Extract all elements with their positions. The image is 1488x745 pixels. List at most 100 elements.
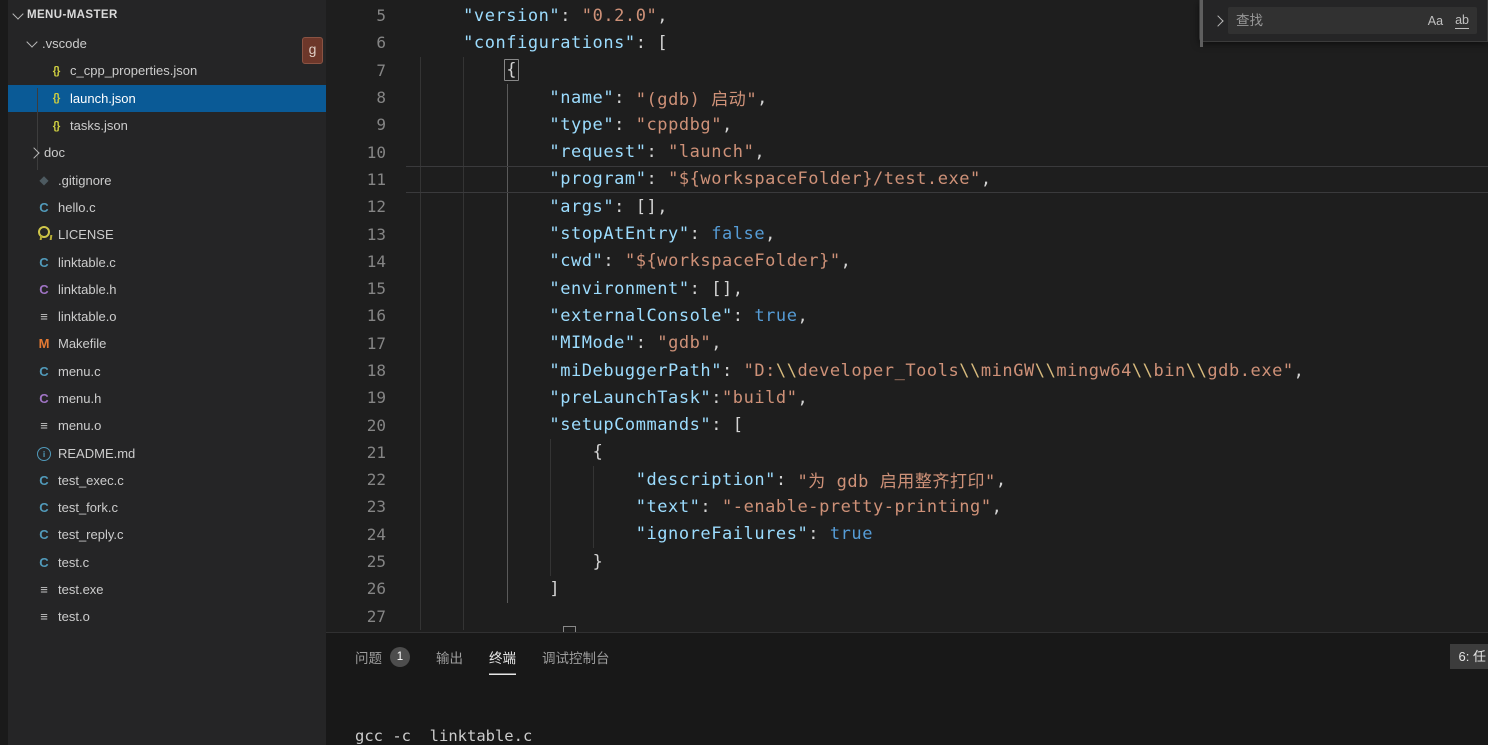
sidebar-item--vscode[interactable]: .vscode (8, 30, 326, 57)
code-line[interactable]: 23 "text": "-enable-pretty-printing", (326, 493, 1488, 520)
sidebar-item-doc[interactable]: doc (8, 139, 326, 166)
activity-bar-edge (0, 0, 8, 745)
tree-indent-guide (37, 88, 38, 170)
code-line[interactable]: 14 "cwd": "${workspaceFolder}", (326, 248, 1488, 275)
sidebar-item-test-exec-c[interactable]: Ctest_exec.c (8, 467, 326, 494)
code-line[interactable]: 12 "args": [], (326, 193, 1488, 220)
panel-tab-label: 输出 (436, 651, 463, 666)
code-line[interactable]: 11 "program": "${workspaceFolder}/test.e… (326, 165, 1488, 194)
sidebar-item-launch-json[interactable]: {} launch.json (8, 84, 326, 112)
c-source-icon: C (39, 527, 49, 543)
line-number: 24 (366, 524, 386, 544)
line-number: 12 (366, 197, 386, 217)
panel-tab-终端[interactable]: 终端 (489, 643, 516, 675)
code-line[interactable]: 13 "stopAtEntry": false, (326, 220, 1488, 247)
code-line[interactable]: 15 "environment": [], (326, 275, 1488, 302)
line-number: 18 (366, 361, 386, 380)
line-number: 23 (366, 497, 386, 517)
sidebar-item-makefile[interactable]: M Makefile (8, 330, 326, 357)
c-source-icon: C (39, 199, 49, 215)
line-number: 14 (366, 251, 386, 271)
item-label: c_cpp_properties.json (70, 63, 198, 79)
code-line[interactable]: 22 "description": "为 gdb 启用整齐打印", (326, 466, 1488, 493)
sidebar-item-linktable-o[interactable]: ≡ linktable.o (8, 303, 326, 330)
panel-tab-label: 调试控制台 (542, 651, 610, 666)
sidebar-item-menu-h[interactable]: Cmenu.h (8, 385, 326, 412)
line-number: 11 (366, 169, 386, 189)
sidebar-item-test-reply-c[interactable]: Ctest_reply.c (8, 521, 326, 548)
sidebar-item-readme-md[interactable]: i README.md (8, 439, 326, 466)
sidebar-item-linktable-h[interactable]: Clinktable.h (8, 276, 326, 303)
panel-tab-输出[interactable]: 输出 (436, 643, 463, 675)
code-line[interactable]: 9 "type": "cppdbg", (326, 111, 1488, 138)
item-label: launch.json (70, 90, 136, 106)
line-text: "type": "cppdbg", (549, 114, 733, 135)
item-label: test_fork.c (58, 500, 118, 516)
sidebar-item-hello-c[interactable]: Chello.c (8, 194, 326, 221)
line-number: 21 (366, 442, 386, 462)
panel-tab-label: 终端 (489, 651, 516, 666)
sidebar-item-test-o[interactable]: ≡ test.o (8, 603, 326, 630)
panel-tab-调试控制台[interactable]: 调试控制台 (542, 643, 610, 675)
sidebar-item--gitignore[interactable]: ◆ .gitignore (8, 166, 326, 193)
c-header-icon: C (39, 391, 49, 406)
json-icon: {} (52, 119, 61, 132)
code-line[interactable]: 19 "preLaunchTask": "build", (326, 384, 1488, 411)
sidebar-item-license[interactable]: LICENSE (8, 221, 326, 248)
code-line[interactable]: 27 (326, 603, 1488, 630)
code-line[interactable]: 7 { (326, 57, 1488, 84)
line-text: "miDebuggerPath": "D: \\ developer_Tools \\… (549, 360, 1305, 381)
code-line[interactable]: 21 { (326, 439, 1488, 466)
code-line[interactable]: 16 "externalConsole": true, (326, 302, 1488, 329)
code-line[interactable]: 25 } (326, 548, 1488, 575)
line-text: "text": "-enable-pretty-printing", (635, 496, 1003, 517)
sidebar-item-menu-o[interactable]: ≡ menu.o (8, 412, 326, 439)
code-line[interactable]: 10 "request": "launch", (326, 138, 1488, 165)
code-editor[interactable]: 5 "version": "0.2.0", 6 "configurations":… (326, 0, 1488, 633)
c-source-icon: C (39, 500, 49, 516)
match-case-icon[interactable]: Aa (1428, 14, 1443, 28)
explorer-sidebar: MENU-MASTER .vscode {} c_cpp_properties.js… (8, 0, 326, 745)
line-number: 8 (376, 88, 386, 108)
object-file-icon: ≡ (40, 582, 48, 598)
find-replace-toggle-button[interactable] (1208, 14, 1226, 27)
line-number: 26 (366, 579, 386, 599)
code-lines: 5 "version": "0.2.0", 6 "configurations":… (326, 2, 1488, 630)
find-widget: Aa ab (1199, 0, 1488, 47)
code-line[interactable]: 18 "miDebuggerPath": "D: \\ developer_Tool… (326, 357, 1488, 384)
find-widget-sash[interactable] (1200, 0, 1203, 47)
code-line[interactable]: 8 "name": "(gdb) 启动", (326, 84, 1488, 111)
bottom-panel: 问题 1 输出 终端 调试控制台 6: 任 gcc -c linktable.c (326, 632, 1488, 745)
sidebar-item-test-c[interactable]: Ctest.c (8, 549, 326, 576)
terminal-picker-dropdown[interactable]: 6: 任 (1449, 644, 1488, 669)
c-header-icon: C (39, 281, 49, 297)
vscode-window: MENU-MASTER .vscode {} c_cpp_properties.js… (0, 0, 1488, 745)
keystroke-badge: g (302, 37, 323, 64)
line-text: "request": "launch", (549, 142, 766, 163)
sidebar-item-test-fork-c[interactable]: Ctest_fork.c (8, 494, 326, 521)
item-label: README.md (58, 445, 136, 461)
sidebar-item-tasks-json[interactable]: {} tasks.json (8, 112, 326, 139)
code-line[interactable]: 26 ] (326, 575, 1488, 602)
sidebar-item-test-exe[interactable]: ≡ test.exe (8, 576, 326, 603)
item-label: test.c (58, 554, 90, 570)
explorer-section-header[interactable]: MENU-MASTER (8, 0, 326, 30)
code-line[interactable]: 20 "setupCommands": [ (326, 411, 1488, 438)
line-text: { (504, 59, 520, 82)
c-source-icon: C (39, 254, 49, 270)
sidebar-item-linktable-c[interactable]: Clinktable.c (8, 248, 326, 275)
sidebar-item-c-cpp-properties-json[interactable]: {} c_cpp_properties.json (8, 57, 326, 84)
line-text: "name": "(gdb) 启动", (549, 87, 768, 111)
whole-word-icon[interactable]: ab (1455, 13, 1469, 29)
line-number: 7 (376, 60, 386, 80)
current-line-text: "program": "${workspaceFolder}/test.exe"… (406, 165, 1488, 194)
object-file-icon: ≡ (40, 609, 48, 625)
git-icon: ◆ (39, 173, 49, 188)
line-number: 9 (376, 115, 386, 135)
line-text: "externalConsole": true, (549, 305, 809, 326)
sidebar-item-menu-c[interactable]: Cmenu.c (8, 358, 326, 385)
code-line[interactable]: 17 "MIMode": "gdb", (326, 330, 1488, 357)
panel-tab-问题[interactable]: 问题 1 (355, 643, 410, 675)
code-line[interactable]: 24 "ignoreFailures": true (326, 521, 1488, 548)
panel-tab-bar: 问题 1 输出 终端 调试控制台 (326, 633, 1488, 675)
